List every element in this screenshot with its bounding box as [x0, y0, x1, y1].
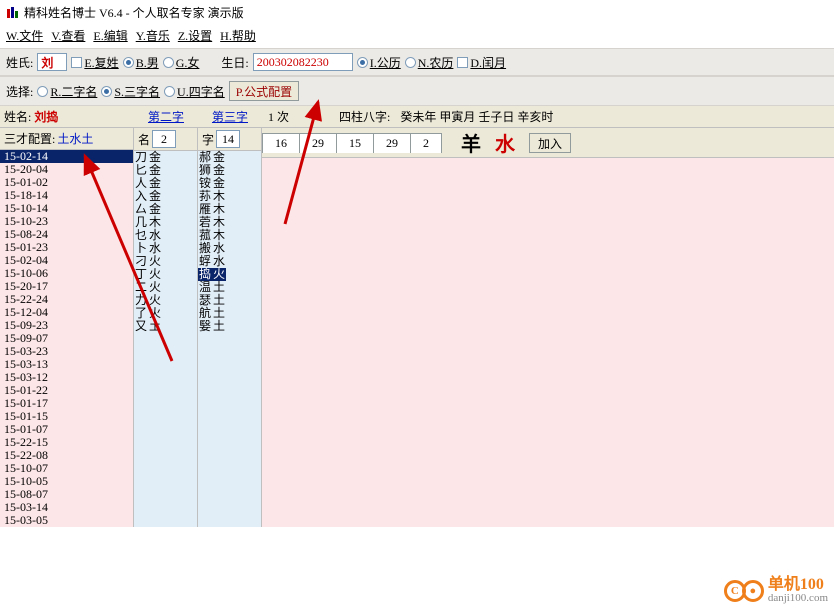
number-tab[interactable]: 29 [299, 133, 337, 153]
number-tabs[interactable]: 162915292 [262, 133, 441, 153]
leap-month-checkbox[interactable]: D.闰月 [457, 54, 506, 71]
number-tab[interactable]: 15 [336, 133, 374, 153]
calendar-lunar-radio[interactable]: N.农历 [405, 54, 454, 71]
two-char-radio[interactable]: R.二字名 [37, 83, 97, 100]
gender-male-radio[interactable]: B.男 [123, 54, 159, 71]
char-item[interactable]: 嫛土 [198, 320, 261, 333]
formula-config-button[interactable]: P.公式配置 [229, 81, 299, 101]
second-char-list[interactable]: 刀金匕金人金入金厶金几木乜水卜水刁火丁火二火力火了火又土 [134, 151, 197, 527]
select-label: 选择: [6, 83, 33, 100]
number-tab[interactable]: 2 [410, 133, 442, 153]
sancai-value: 土水土 [57, 130, 93, 147]
surname-label: 姓氏: [6, 54, 33, 71]
name-value: 刘捣 [34, 108, 58, 125]
col2-label: 名 [138, 131, 150, 148]
birth-label: 生日: [221, 54, 248, 71]
app-icon [6, 6, 20, 20]
watermark-logo: C● 单机100 danji100.com [724, 577, 828, 604]
combo-list[interactable]: 15-02-1415-20-0415-01-0215-18-1415-10-14… [0, 150, 133, 527]
menu-view[interactable]: V.查看 [51, 27, 85, 44]
third-char-header[interactable]: 第三字 [212, 108, 248, 125]
menu-music[interactable]: Y.音乐 [136, 27, 170, 44]
bazi-label: 四柱八字: [339, 108, 390, 125]
gender-female-radio[interactable]: G.女 [163, 54, 200, 71]
menu-help[interactable]: H.帮助 [220, 27, 256, 44]
birth-input[interactable] [253, 53, 353, 71]
menu-settings[interactable]: Z.设置 [178, 27, 212, 44]
sancai-label[interactable]: 三才配置: [4, 130, 55, 147]
second-char-header[interactable]: 第二字 [148, 108, 184, 125]
number-tab[interactable]: 16 [262, 133, 300, 153]
number-tab[interactable]: 29 [373, 133, 411, 153]
zodiac-animal: 羊 [461, 128, 481, 157]
name-label: 姓名: [4, 108, 31, 125]
add-button[interactable]: 加入 [529, 133, 571, 153]
col2-num-input[interactable] [152, 130, 176, 148]
menu-edit[interactable]: E.编辑 [93, 27, 127, 44]
calendar-solar-radio[interactable]: I.公历 [357, 54, 401, 71]
char-item[interactable]: 又土 [134, 320, 197, 333]
double-surname-checkbox[interactable]: E.复姓 [71, 54, 118, 71]
element: 水 [495, 128, 515, 157]
surname-input[interactable] [37, 53, 67, 71]
four-char-radio[interactable]: U.四字名 [164, 83, 225, 100]
col3-label: 字 [202, 131, 214, 148]
third-char-list[interactable]: 郝金狮金铵金荪木雁木菪木菰木搬水蜉水捣火温土瑟土航土嫛土 [198, 151, 261, 527]
col3-num-input[interactable] [216, 130, 240, 148]
menubar: W.文件 V.查看 E.编辑 Y.音乐 Z.设置 H.帮助 [0, 25, 834, 48]
three-char-radio[interactable]: S.三字名 [101, 83, 160, 100]
calculation-times: 1 次 [268, 108, 289, 125]
app-title: 精科姓名博士 V6.4 - 个人取名专家 演示版 [24, 4, 244, 21]
menu-file[interactable]: W.文件 [6, 27, 43, 44]
bazi-value: 癸未年 甲寅月 壬子日 辛亥时 [400, 108, 553, 125]
combo-item[interactable]: 15-03-05 [0, 514, 133, 527]
